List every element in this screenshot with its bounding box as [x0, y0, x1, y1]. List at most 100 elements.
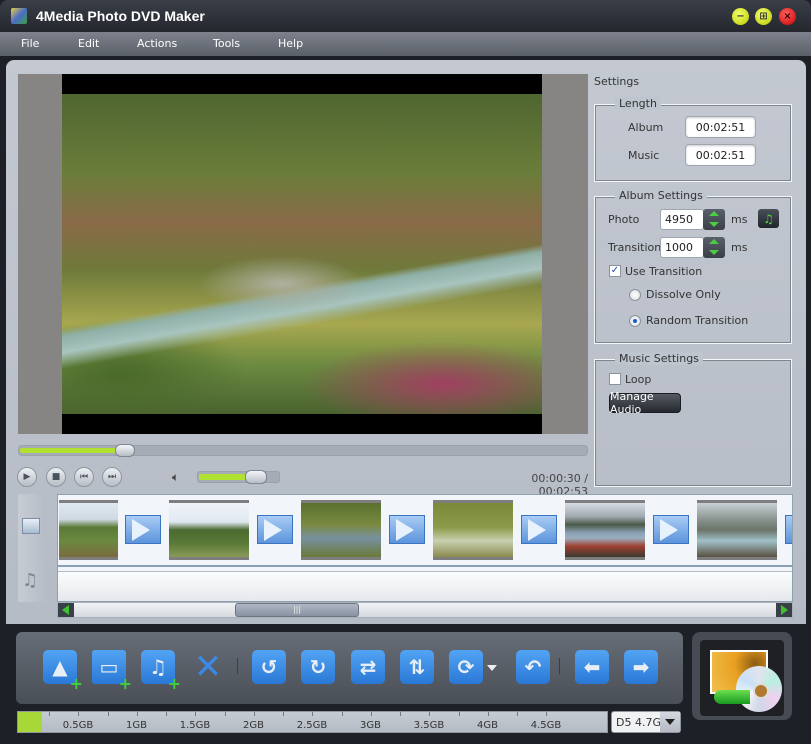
stop-button[interactable]: ■	[46, 467, 66, 487]
transition-duration-stepper[interactable]	[703, 237, 725, 258]
transition-duration-input[interactable]: 1000	[660, 237, 704, 258]
next-button[interactable]: ⏭	[102, 467, 122, 487]
undo-button[interactable]: ↶	[516, 650, 550, 684]
loop-label: Loop	[625, 373, 652, 386]
photo-thumbnail[interactable]	[169, 500, 249, 560]
dissolve-only-radio[interactable]	[629, 289, 641, 301]
flip-horizontal-button[interactable]: ⇄	[351, 650, 385, 684]
volume-slider[interactable]	[197, 470, 280, 484]
transition-duration-label: Transition	[608, 241, 662, 254]
add-folder-button[interactable]: ▭ +	[92, 650, 132, 692]
capacity-tick-label: 1GB	[126, 720, 147, 731]
capacity-tick	[312, 712, 313, 716]
random-transition-radio[interactable]	[629, 315, 641, 327]
rotate-cw-icon: ↻	[309, 655, 327, 679]
window-title: 4Media Photo DVD Maker	[36, 8, 205, 24]
scroll-right-button[interactable]	[776, 603, 792, 617]
album-length-field[interactable]: 00:02:51	[685, 116, 756, 138]
photo-thumbnail[interactable]	[565, 500, 645, 560]
transition-dropdown-icon[interactable]	[487, 665, 497, 671]
refresh-icon: ⟳	[457, 655, 475, 679]
music-sync-button[interactable]: ♫	[758, 209, 779, 228]
add-music-button[interactable]: ♫ +	[141, 650, 181, 692]
rotate-left-button[interactable]: ↺	[252, 650, 286, 684]
maximize-button[interactable]: ⊞	[755, 8, 772, 25]
manage-audio-button[interactable]: Manage Audio	[609, 390, 681, 416]
arrow-left-icon: ⬅	[583, 655, 601, 679]
music-settings-group: Music Settings	[594, 352, 792, 487]
capacity-minor-tick	[107, 712, 109, 716]
scroll-thumb[interactable]: |||	[235, 603, 359, 617]
image-plus-icon: ▲	[52, 655, 68, 679]
disc-capacity-bar: 0.5GB 1GB 1.5GB 2GB 2.5GB 3GB 3.5GB 4GB 4.5GB	[17, 711, 608, 733]
album-settings-title: Album Settings	[615, 189, 707, 202]
seek-thumb[interactable]	[115, 444, 136, 457]
green-arrow-icon	[714, 690, 750, 704]
photo-thumbnail[interactable]	[433, 500, 513, 560]
photo-unit: ms	[731, 213, 748, 226]
delete-button[interactable]: ✕	[191, 647, 225, 687]
loop-checkbox[interactable]	[609, 373, 621, 385]
spin-down-icon[interactable]	[709, 250, 719, 255]
disc-type-select[interactable]: D5 4.7G	[611, 711, 681, 733]
menu-edit[interactable]: Edit	[78, 37, 99, 50]
previous-button[interactable]: ⏮	[74, 467, 94, 487]
photo-thumbnail[interactable]	[59, 500, 118, 560]
menu-help[interactable]: Help	[278, 37, 303, 50]
play-button[interactable]: ▶	[17, 467, 37, 487]
menu-actions[interactable]: Actions	[137, 37, 177, 50]
storyboard-track[interactable]	[58, 495, 792, 567]
capacity-minor-tick	[400, 712, 401, 716]
transition-marker[interactable]	[257, 515, 293, 544]
capacity-tick-label: 1.5GB	[179, 720, 211, 731]
disc-type-value: D5 4.7G	[616, 716, 661, 729]
transition-marker[interactable]	[521, 515, 557, 544]
capacity-tick	[370, 712, 372, 716]
use-transition-checkbox[interactable]: ✓	[609, 265, 621, 277]
photo-duration-input[interactable]: 4950	[660, 209, 704, 230]
image-icon	[22, 518, 40, 534]
seek-progress	[20, 448, 123, 453]
transition-marker[interactable]	[785, 515, 792, 544]
transition-marker[interactable]	[125, 515, 161, 544]
flip-vertical-button[interactable]: ⇅	[400, 650, 434, 684]
rotate-right-button[interactable]: ↻	[301, 650, 335, 684]
transition-marker[interactable]	[653, 515, 689, 544]
volume-thumb[interactable]	[244, 470, 267, 484]
capacity-tick-label: 3.5GB	[413, 720, 445, 731]
photo-thumbnail[interactable]	[697, 500, 777, 560]
music-note-icon: ♫	[22, 570, 39, 591]
capacity-minor-tick	[341, 712, 343, 716]
timeline-scrollbar[interactable]: |||	[57, 602, 793, 618]
x-icon: ✕	[193, 647, 223, 687]
capacity-minor-tick	[458, 712, 460, 716]
capacity-tick	[487, 712, 489, 716]
photo-duration-stepper[interactable]	[703, 209, 725, 230]
spin-down-icon[interactable]	[709, 222, 719, 227]
move-right-button[interactable]: ➡	[624, 650, 658, 684]
title-bar: 4Media Photo DVD Maker − ⊞ ×	[0, 0, 811, 32]
close-button[interactable]: ×	[779, 8, 796, 25]
menu-tools[interactable]: Tools	[213, 37, 240, 50]
capacity-used	[18, 712, 42, 732]
music-length-field[interactable]: 00:02:51	[685, 144, 756, 166]
spin-up-icon[interactable]	[709, 239, 719, 244]
scroll-left-button[interactable]	[58, 603, 74, 617]
swap-horizontal-icon: ⇄	[359, 655, 377, 679]
speaker-icon[interactable]: 🔈︎	[172, 470, 186, 484]
minimize-button[interactable]: −	[732, 8, 749, 25]
seek-bar[interactable]	[18, 444, 588, 457]
spin-up-icon[interactable]	[709, 211, 719, 216]
audio-track[interactable]	[58, 571, 792, 601]
chevron-down-icon[interactable]	[660, 712, 680, 732]
burn-dvd-button[interactable]	[692, 632, 792, 720]
move-left-button[interactable]: ⬅	[575, 650, 609, 684]
menu-file[interactable]: File	[21, 37, 39, 50]
dissolve-only-label: Dissolve Only	[646, 288, 721, 301]
photo-thumbnail[interactable]	[301, 500, 381, 560]
transition-button[interactable]: ⟳	[449, 650, 483, 684]
add-photo-button[interactable]: ▲ +	[43, 650, 83, 692]
music-plus-icon: ♫	[149, 655, 167, 679]
transition-marker[interactable]	[389, 515, 425, 544]
arrow-left-icon	[62, 605, 69, 615]
